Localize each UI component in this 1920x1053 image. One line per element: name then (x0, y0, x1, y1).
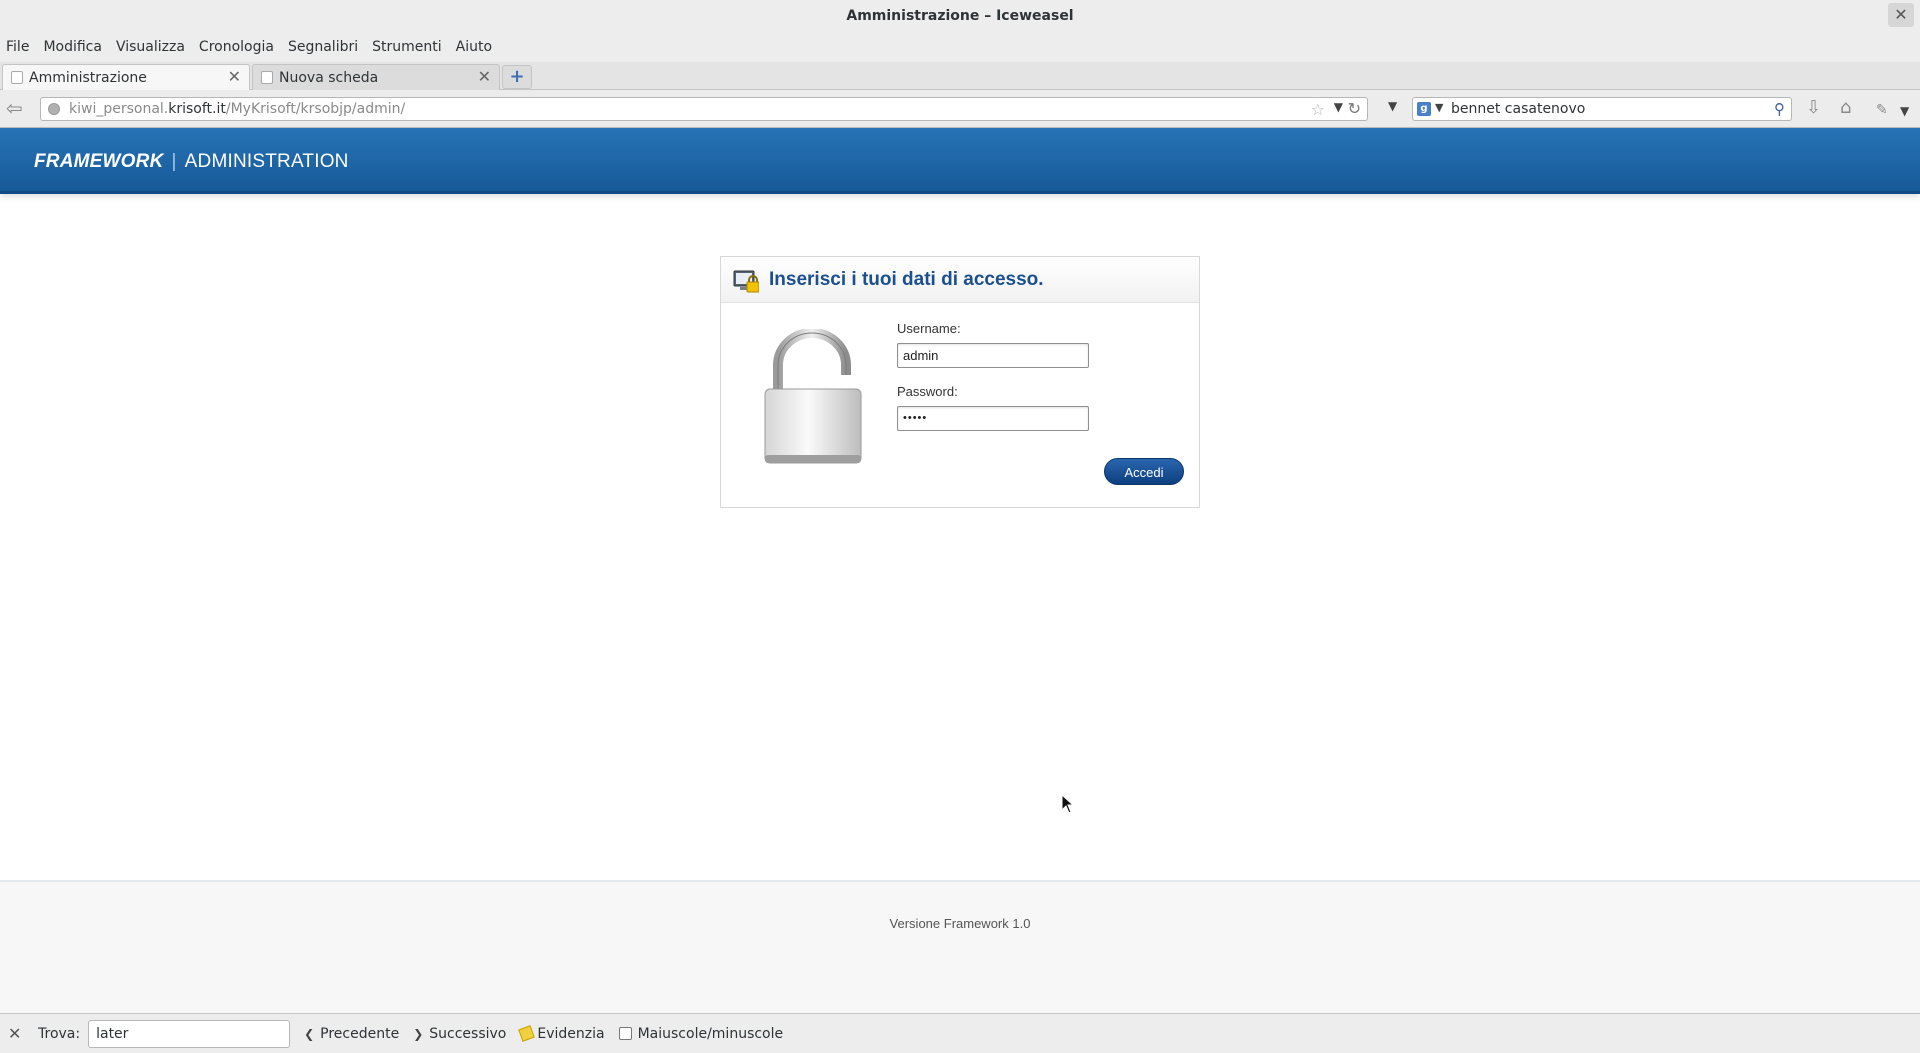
back-arrow-icon[interactable]: ⇦ (6, 98, 23, 118)
magnifier-icon[interactable]: ⚲ (1774, 100, 1785, 118)
find-input[interactable]: later (88, 1019, 291, 1048)
reload-icon[interactable]: ↻ (1348, 99, 1361, 118)
computer-lock-icon (733, 270, 759, 293)
padlock-icon (764, 329, 862, 464)
login-button[interactable]: Accedi (1104, 458, 1184, 485)
menu-modifica[interactable]: Modifica (43, 39, 102, 55)
find-label: Trova: (38, 1025, 81, 1042)
menu-file[interactable]: File (6, 39, 29, 55)
window-titlebar: Amministrazione – Iceweasel ✕ (0, 0, 1920, 32)
version-text: Versione Framework 1.0 (889, 916, 1031, 931)
page-content: FRAMEWORK | ADMINISTRATION Inserisci i tuo… (0, 128, 1920, 1013)
window-title: Amministrazione – Iceweasel (846, 8, 1074, 24)
chevron-down-icon[interactable]: ▼ (1435, 101, 1443, 114)
tab-label: Nuova scheda (279, 69, 379, 86)
menu-cronologia[interactable]: Cronologia (199, 39, 274, 55)
mouse-pointer-icon (1061, 794, 1075, 814)
history-dropdown-icon[interactable]: ▼ (1388, 99, 1397, 113)
login-panel-header: Inserisci i tuoi dati di accesso. (721, 257, 1199, 303)
page-icon (261, 71, 273, 84)
menu-aiuto[interactable]: Aiuto (456, 39, 492, 55)
navigation-toolbar: ⇦ kiwi_personal.krisoft.it/MyKrisoft/krs… (0, 90, 1920, 128)
bookmark-star-icon[interactable]: ☆ (1311, 100, 1325, 119)
login-panel: Inserisci i tuoi dati di accesso. Userna… (720, 256, 1200, 508)
menu-visualizza[interactable]: Visualizza (116, 39, 185, 55)
menu-segnalibri[interactable]: Segnalibri (288, 39, 358, 55)
tab-bar: Amministrazione ✕ Nuova scheda ✕ + (0, 62, 1920, 90)
page-footer: Versione Framework 1.0 (0, 880, 1920, 1013)
find-bar: ✕ Trova: later ❮ Precedente ❯ Successivo E… (0, 1013, 1920, 1053)
password-input[interactable]: ••••• (897, 406, 1089, 431)
plus-icon: + (509, 66, 525, 87)
brand-framework: FRAMEWORK (34, 151, 164, 172)
tab-nuova-scheda[interactable]: Nuova scheda ✕ (252, 64, 500, 90)
site-header: FRAMEWORK | ADMINISTRATION (0, 128, 1920, 194)
close-icon[interactable]: ✕ (228, 69, 241, 85)
find-previous-button[interactable]: ❮ Precedente (304, 1026, 399, 1042)
chevron-down-icon[interactable]: ▼ (1334, 100, 1343, 114)
brand-administration: ADMINISTRATION (184, 151, 349, 172)
username-label: Username: (897, 321, 961, 336)
match-case-checkbox[interactable]: Maiuscole/minuscole (618, 1026, 783, 1042)
highlight-all-button[interactable]: Evidenzia (518, 1025, 605, 1042)
menu-strumenti[interactable]: Strumenti (372, 39, 442, 55)
search-input[interactable]: bennet casatenovo (1451, 101, 1585, 117)
tab-amministrazione[interactable]: Amministrazione ✕ (2, 64, 250, 90)
brand-separator: | (171, 151, 177, 172)
google-icon[interactable]: g (1417, 102, 1431, 116)
find-next-button[interactable]: ❯ Successivo (413, 1026, 506, 1042)
close-icon[interactable]: ✕ (478, 69, 491, 85)
url-text[interactable]: kiwi_personal.krisoft.it/MyKrisoft/krsob… (69, 101, 405, 117)
close-icon[interactable]: ✕ (8, 1024, 26, 1043)
download-icon[interactable]: ⇩ (1806, 98, 1821, 118)
tab-label: Amministrazione (29, 69, 147, 86)
home-icon[interactable]: ⌂ (1840, 98, 1851, 118)
new-tab-button[interactable]: + (502, 65, 532, 89)
page-icon (11, 71, 23, 84)
chevron-right-icon: ❯ (413, 1026, 424, 1041)
username-input[interactable]: admin (897, 343, 1089, 368)
search-bar[interactable]: g ▼ bennet casatenovo ⚲ (1412, 97, 1792, 121)
checkbox-icon[interactable] (618, 1027, 632, 1040)
password-label: Password: (897, 384, 958, 399)
login-title: Inserisci i tuoi dati di accesso. (769, 269, 1044, 290)
highlighter-icon (518, 1025, 536, 1042)
chevron-down-icon[interactable]: ▼ (1900, 101, 1909, 121)
chevron-left-icon: ❮ (304, 1026, 315, 1041)
addon-icon[interactable]: ✎ (1876, 100, 1888, 120)
window-close-button[interactable]: ✕ (1888, 3, 1914, 27)
url-bar[interactable]: kiwi_personal.krisoft.it/MyKrisoft/krsob… (40, 97, 1368, 121)
close-icon: ✕ (1894, 5, 1908, 24)
menu-bar: File Modifica Visualizza Cronologia Segn… (0, 32, 1920, 62)
site-brand: FRAMEWORK | ADMINISTRATION (34, 151, 349, 173)
site-identity-icon[interactable] (48, 103, 60, 115)
